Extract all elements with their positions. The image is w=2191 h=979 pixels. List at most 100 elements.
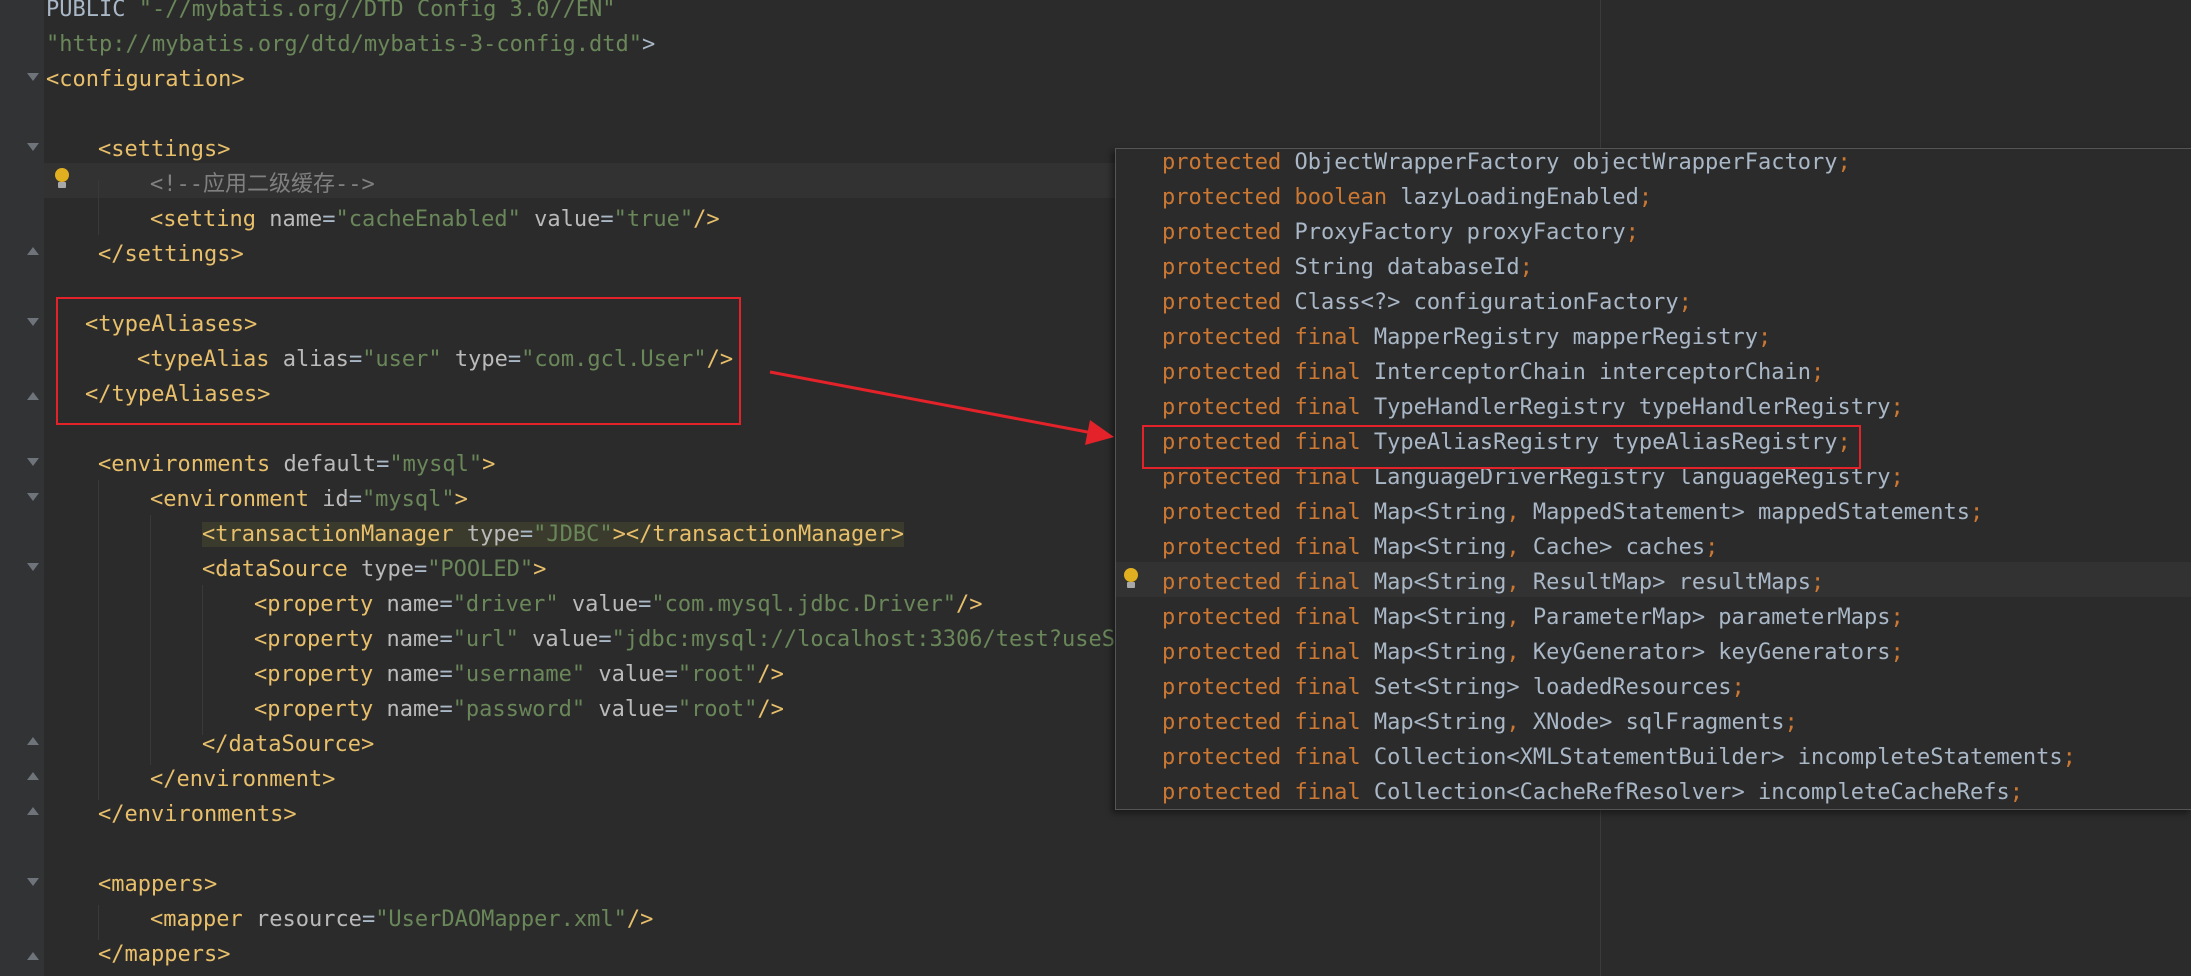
code-token: = — [439, 627, 453, 652]
intention-bulb-icon[interactable] — [1122, 568, 1140, 590]
code-line: protected final Map<String, ResultMap> r… — [1162, 565, 1824, 600]
code-token: "JDBC" — [533, 522, 613, 547]
code-token: XNode> sqlFragments — [1532, 710, 1785, 735]
code-token: </mappers> — [98, 942, 231, 967]
code-line: protected String databaseId; — [1162, 250, 1533, 285]
code-line: </environment> — [150, 762, 335, 797]
code-token: "com.mysql.jdbc.Driver" — [651, 592, 957, 617]
code-token: </settings> — [98, 242, 244, 267]
code-token: </environments> — [98, 802, 297, 827]
highlight-box-typealiasregistry — [1142, 425, 1861, 469]
code-editor[interactable]: PUBLIC "-//mybatis.org//DTD Config 3.0//… — [0, 0, 2191, 976]
code-line: <mappers> — [98, 867, 217, 902]
code-token: ; — [2009, 780, 2023, 805]
code-token: ; — [1890, 465, 1904, 490]
code-token: MappedStatement> mappedStatements — [1532, 500, 1970, 525]
code-token: value — [598, 662, 665, 687]
code-line: <property name="url" value="jdbc:mysql:/… — [254, 622, 1141, 657]
code-line: <property name="driver" value="com.mysql… — [254, 587, 983, 622]
code-token: "cacheEnabled" — [335, 207, 521, 232]
fold-marker[interactable] — [27, 563, 39, 571]
code-line: protected ObjectWrapperFactory objectWra… — [1162, 149, 1851, 180]
fold-marker[interactable] — [27, 73, 39, 81]
quick-definition-popup[interactable]: protected ObjectWrapperFactory objectWra… — [1115, 148, 2191, 810]
code-token: "UserDAOMapper.xml" — [375, 907, 627, 932]
code-token: = — [598, 627, 612, 652]
code-token: "root" — [677, 662, 758, 687]
code-token: "POOLED" — [427, 557, 534, 582]
code-token: ; — [1625, 220, 1639, 245]
code-line: protected final Collection<CacheRefResol… — [1162, 775, 2023, 809]
code-token: "url" — [452, 627, 519, 652]
code-token: String databaseId — [1294, 255, 1520, 280]
fold-marker[interactable] — [27, 878, 39, 886]
code-token: MapperRegistry mapperRegistry — [1373, 325, 1759, 350]
code-token: ResultMap> resultMaps — [1532, 570, 1812, 595]
code-token: , — [1506, 605, 1533, 630]
code-token: "driver" — [452, 592, 559, 617]
fold-marker[interactable] — [27, 318, 39, 326]
code-token: protected — [1162, 150, 1295, 175]
code-token: Map<String — [1373, 535, 1507, 560]
code-token: "username" — [452, 662, 586, 687]
code-token: ; — [1890, 640, 1904, 665]
code-line: <environments default="mysql"> — [98, 447, 495, 482]
fold-marker[interactable] — [27, 493, 39, 501]
code-token: = — [600, 207, 614, 232]
code-token: = — [439, 662, 453, 687]
code-token: value — [571, 592, 639, 617]
fold-marker[interactable] — [27, 772, 39, 780]
code-line: protected final Map<String, Cache> cache… — [1162, 530, 1718, 565]
code-token: "true" — [613, 207, 694, 232]
fold-marker[interactable] — [27, 247, 39, 255]
code-token: "mysql" — [389, 452, 483, 477]
code-token: ; — [1837, 150, 1851, 175]
code-line: protected final Map<String, MappedStatem… — [1162, 495, 1983, 530]
code-token: <environments — [98, 452, 284, 477]
code-line: protected Class<?> configurationFactory; — [1162, 285, 1692, 320]
code-token: ; — [1890, 605, 1904, 630]
code-line: <property name="username" value="root"/> — [254, 657, 784, 692]
code-token: name — [386, 662, 440, 687]
code-token: name — [386, 627, 440, 652]
code-token: "password" — [452, 697, 586, 722]
code-token: Cache> caches — [1532, 535, 1706, 560]
code-line: </mappers> — [98, 937, 230, 972]
code-token: /> — [693, 207, 720, 232]
code-token: ; — [1890, 395, 1904, 420]
code-token: Collection<XMLStatementBuilder> incomple… — [1373, 745, 2063, 770]
code-line: "http://mybatis.org/dtd/mybatis-3-config… — [46, 27, 655, 62]
code-token: protected final — [1162, 710, 1374, 735]
code-token: lazyLoadingEnabled — [1400, 185, 1639, 210]
code-token: ; — [2062, 745, 2076, 770]
code-token: Set<String> loadedResources — [1373, 675, 1732, 700]
code-token: /> — [757, 662, 784, 687]
code-token: protected final — [1162, 605, 1374, 630]
code-line: <environment id="mysql"> — [150, 482, 468, 517]
code-line: <property name="password" value="root"/> — [254, 692, 784, 727]
code-token: , — [1506, 535, 1533, 560]
indent-guide — [98, 480, 99, 800]
code-token: type — [360, 557, 414, 582]
fold-marker[interactable] — [27, 458, 39, 466]
fold-marker[interactable] — [27, 143, 39, 151]
fold-marker[interactable] — [27, 737, 39, 745]
fold-marker[interactable] — [27, 392, 39, 400]
highlight-box-typealiases — [56, 297, 741, 425]
code-line: <dataSource type="POOLED"> — [202, 552, 546, 587]
code-token: "-//mybatis.org//DTD Config 3.0//EN" — [138, 0, 616, 22]
indent-guide — [202, 585, 203, 735]
code-token: > — [642, 32, 656, 57]
intention-bulb-icon[interactable] — [53, 168, 71, 190]
code-token: > — [482, 452, 496, 477]
code-token: = — [322, 207, 336, 232]
fold-marker[interactable] — [27, 807, 39, 815]
code-token: /> — [626, 907, 654, 932]
fold-marker[interactable] — [27, 952, 39, 960]
code-token: <property — [254, 592, 387, 617]
code-token: Map<String — [1373, 640, 1507, 665]
code-line: </settings> — [98, 237, 244, 272]
code-line: <!--应用二级缓存--> — [150, 167, 375, 202]
